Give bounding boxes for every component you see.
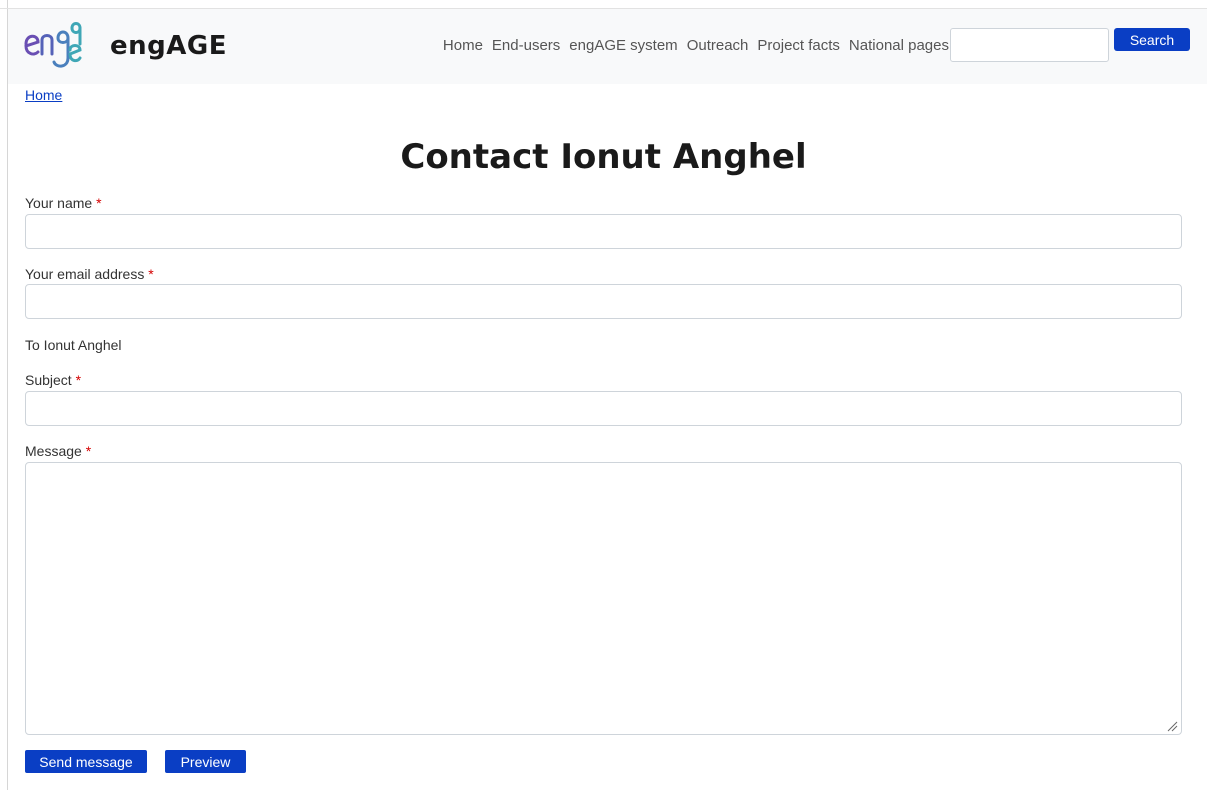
- subject-label-text: Subject: [25, 372, 72, 388]
- email-input[interactable]: [25, 284, 1182, 319]
- nav-engage-system[interactable]: engAGE system: [569, 37, 677, 54]
- subject-input[interactable]: [25, 391, 1182, 426]
- email-label: Your email address *: [25, 266, 154, 282]
- nav-home[interactable]: Home: [443, 37, 483, 54]
- breadcrumb-home-link[interactable]: Home: [25, 87, 62, 103]
- engage-logo-icon[interactable]: [20, 16, 82, 74]
- preview-button[interactable]: Preview: [165, 750, 246, 773]
- subject-label: Subject *: [25, 372, 81, 388]
- site-header: engAGE Home End-users engAGE system Outr…: [8, 9, 1207, 84]
- site-name-link[interactable]: engAGE: [110, 31, 227, 61]
- page-title: Contact Ionut Anghel: [400, 137, 807, 177]
- required-marker: *: [148, 266, 154, 282]
- search-input[interactable]: [950, 28, 1109, 62]
- nav-outreach[interactable]: Outreach: [687, 37, 749, 54]
- required-marker: *: [85, 443, 92, 459]
- nav-end-users[interactable]: End-users: [492, 37, 560, 54]
- name-label: Your name *: [25, 195, 102, 211]
- email-label-text: Your email address: [25, 266, 145, 282]
- required-marker: *: [96, 195, 102, 211]
- required-marker: *: [75, 372, 82, 388]
- name-label-text: Your name: [25, 195, 93, 211]
- recipient-text: To Ionut Anghel: [25, 337, 122, 353]
- nav-project-facts[interactable]: Project facts: [757, 37, 840, 54]
- send-message-button[interactable]: Send message: [25, 750, 147, 773]
- name-input[interactable]: [25, 214, 1182, 249]
- message-textarea[interactable]: [25, 462, 1182, 735]
- search-button[interactable]: Search: [1114, 28, 1190, 51]
- message-label-text: Message: [25, 443, 82, 459]
- resize-handle-icon[interactable]: [1166, 720, 1178, 732]
- message-label: Message *: [25, 443, 91, 459]
- nav-national-pages[interactable]: National pages: [849, 37, 949, 54]
- main-nav: Home End-users engAGE system Outreach Pr…: [434, 37, 949, 54]
- page-left-border: [7, 0, 8, 790]
